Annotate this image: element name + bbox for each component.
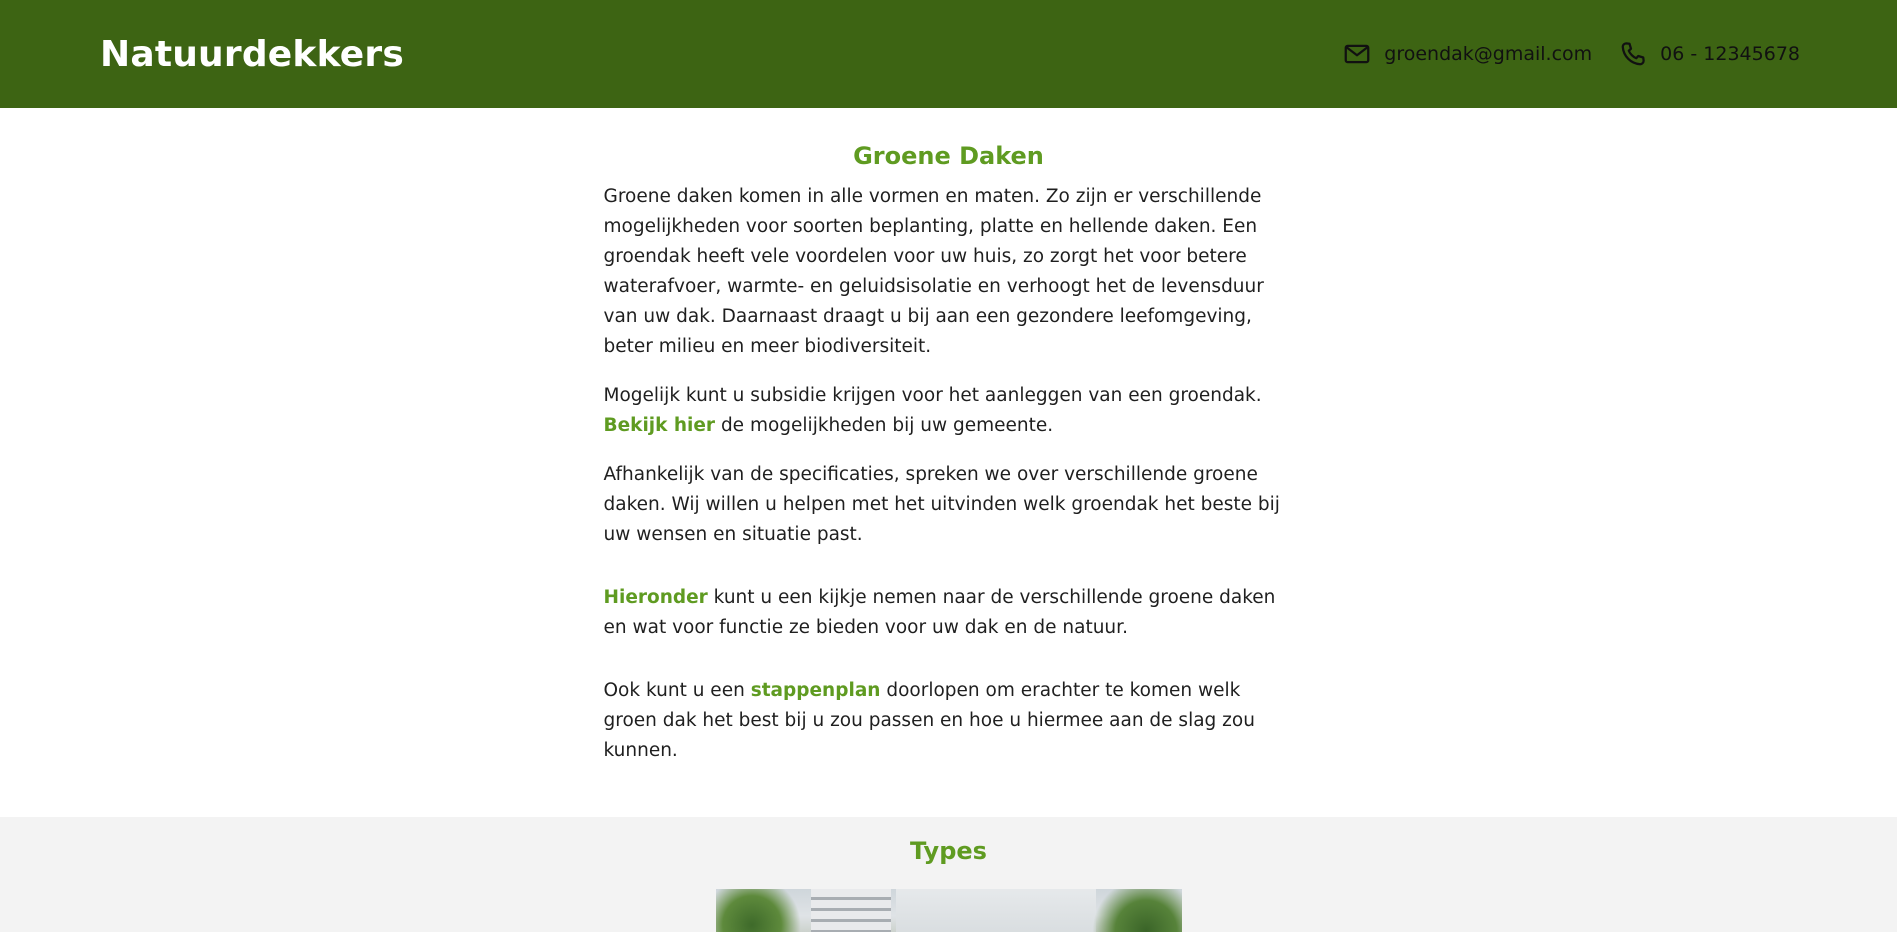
phone-text: 06 - 12345678 <box>1660 43 1800 65</box>
intro-paragraph-2: Mogelijk kunt u subsidie krijgen voor he… <box>604 381 1294 441</box>
photo-tree-left <box>715 889 806 932</box>
intro-title: Groene Daken <box>853 142 1044 170</box>
mail-icon <box>1342 39 1372 69</box>
phone-icon <box>1618 39 1648 69</box>
stappenplan-text: Ook kunt u een <box>603 680 751 701</box>
types-title: Types <box>910 837 987 865</box>
photo-building <box>810 889 891 932</box>
stappenplan-link[interactable]: stappenplan <box>751 680 881 701</box>
intro-paragraph-3: Afhankelijk van de specificaties, spreke… <box>603 464 1280 545</box>
bekijk-hier-link[interactable]: Bekijk hier <box>604 415 716 436</box>
photo-sky <box>895 889 1096 932</box>
site-header: Natuurdekkers groendak@gmail.com 06 - 12… <box>0 0 1897 108</box>
contact-bar: groendak@gmail.com 06 - 12345678 <box>1342 39 1800 69</box>
hieronder-link[interactable]: Hieronder <box>604 587 708 608</box>
email-text: groendak@gmail.com <box>1384 43 1593 65</box>
subsidy-text-end: de mogelijkheden bij uw gemeente. <box>715 415 1054 436</box>
brand-logo-text[interactable]: Natuurdekkers <box>100 34 404 75</box>
intro-paragraph-5: Ook kunt u een stappenplan doorlopen om … <box>604 676 1294 766</box>
subsidy-text: Mogelijk kunt u subsidie krijgen voor he… <box>603 385 1262 406</box>
email-link[interactable]: groendak@gmail.com <box>1342 39 1592 69</box>
intro-section: Groene Daken Groene daken komen in alle … <box>604 108 1294 817</box>
intro-paragraph-1: Groene daken komen in alle vormen en mat… <box>603 186 1264 357</box>
photo-tree-right <box>1091 889 1182 932</box>
phone-link[interactable]: 06 - 12345678 <box>1618 39 1800 69</box>
types-section: Types <box>0 817 1897 932</box>
intro-paragraph-4: Hieronder kunt u een kijkje nemen naar d… <box>604 583 1294 643</box>
green-roof-photo <box>715 889 1182 932</box>
